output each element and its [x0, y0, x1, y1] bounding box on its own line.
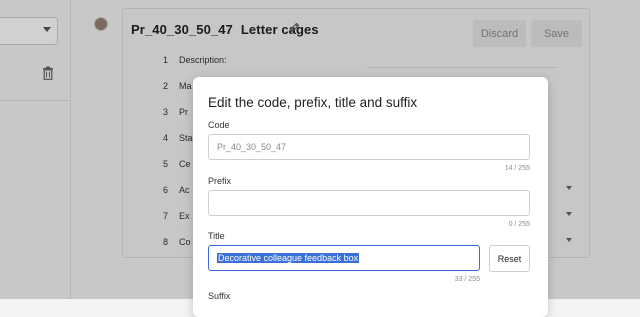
code-label: Code [208, 120, 230, 130]
edit-modal: Edit the code, prefix, title and suffix … [193, 77, 548, 317]
prefix-input[interactable] [208, 190, 530, 216]
title-input[interactable]: Decorative colleague feedback box [208, 245, 480, 271]
prefix-label: Prefix [208, 176, 232, 186]
code-counter: 14 / 255 [504, 165, 530, 172]
title-value: Decorative colleague feedback box [217, 253, 360, 263]
title-counter: 33 / 255 [454, 276, 480, 283]
modal-title: Edit the code, prefix, title and suffix [208, 95, 418, 110]
code-placeholder: Pr_40_30_50_47 [217, 142, 287, 152]
suffix-label: Suffix [208, 291, 231, 301]
title-label: Title [208, 231, 225, 241]
reset-button[interactable]: Reset [489, 245, 530, 272]
code-input[interactable]: Pr_40_30_50_47 [208, 134, 530, 160]
prefix-counter: 0 / 255 [508, 221, 530, 228]
